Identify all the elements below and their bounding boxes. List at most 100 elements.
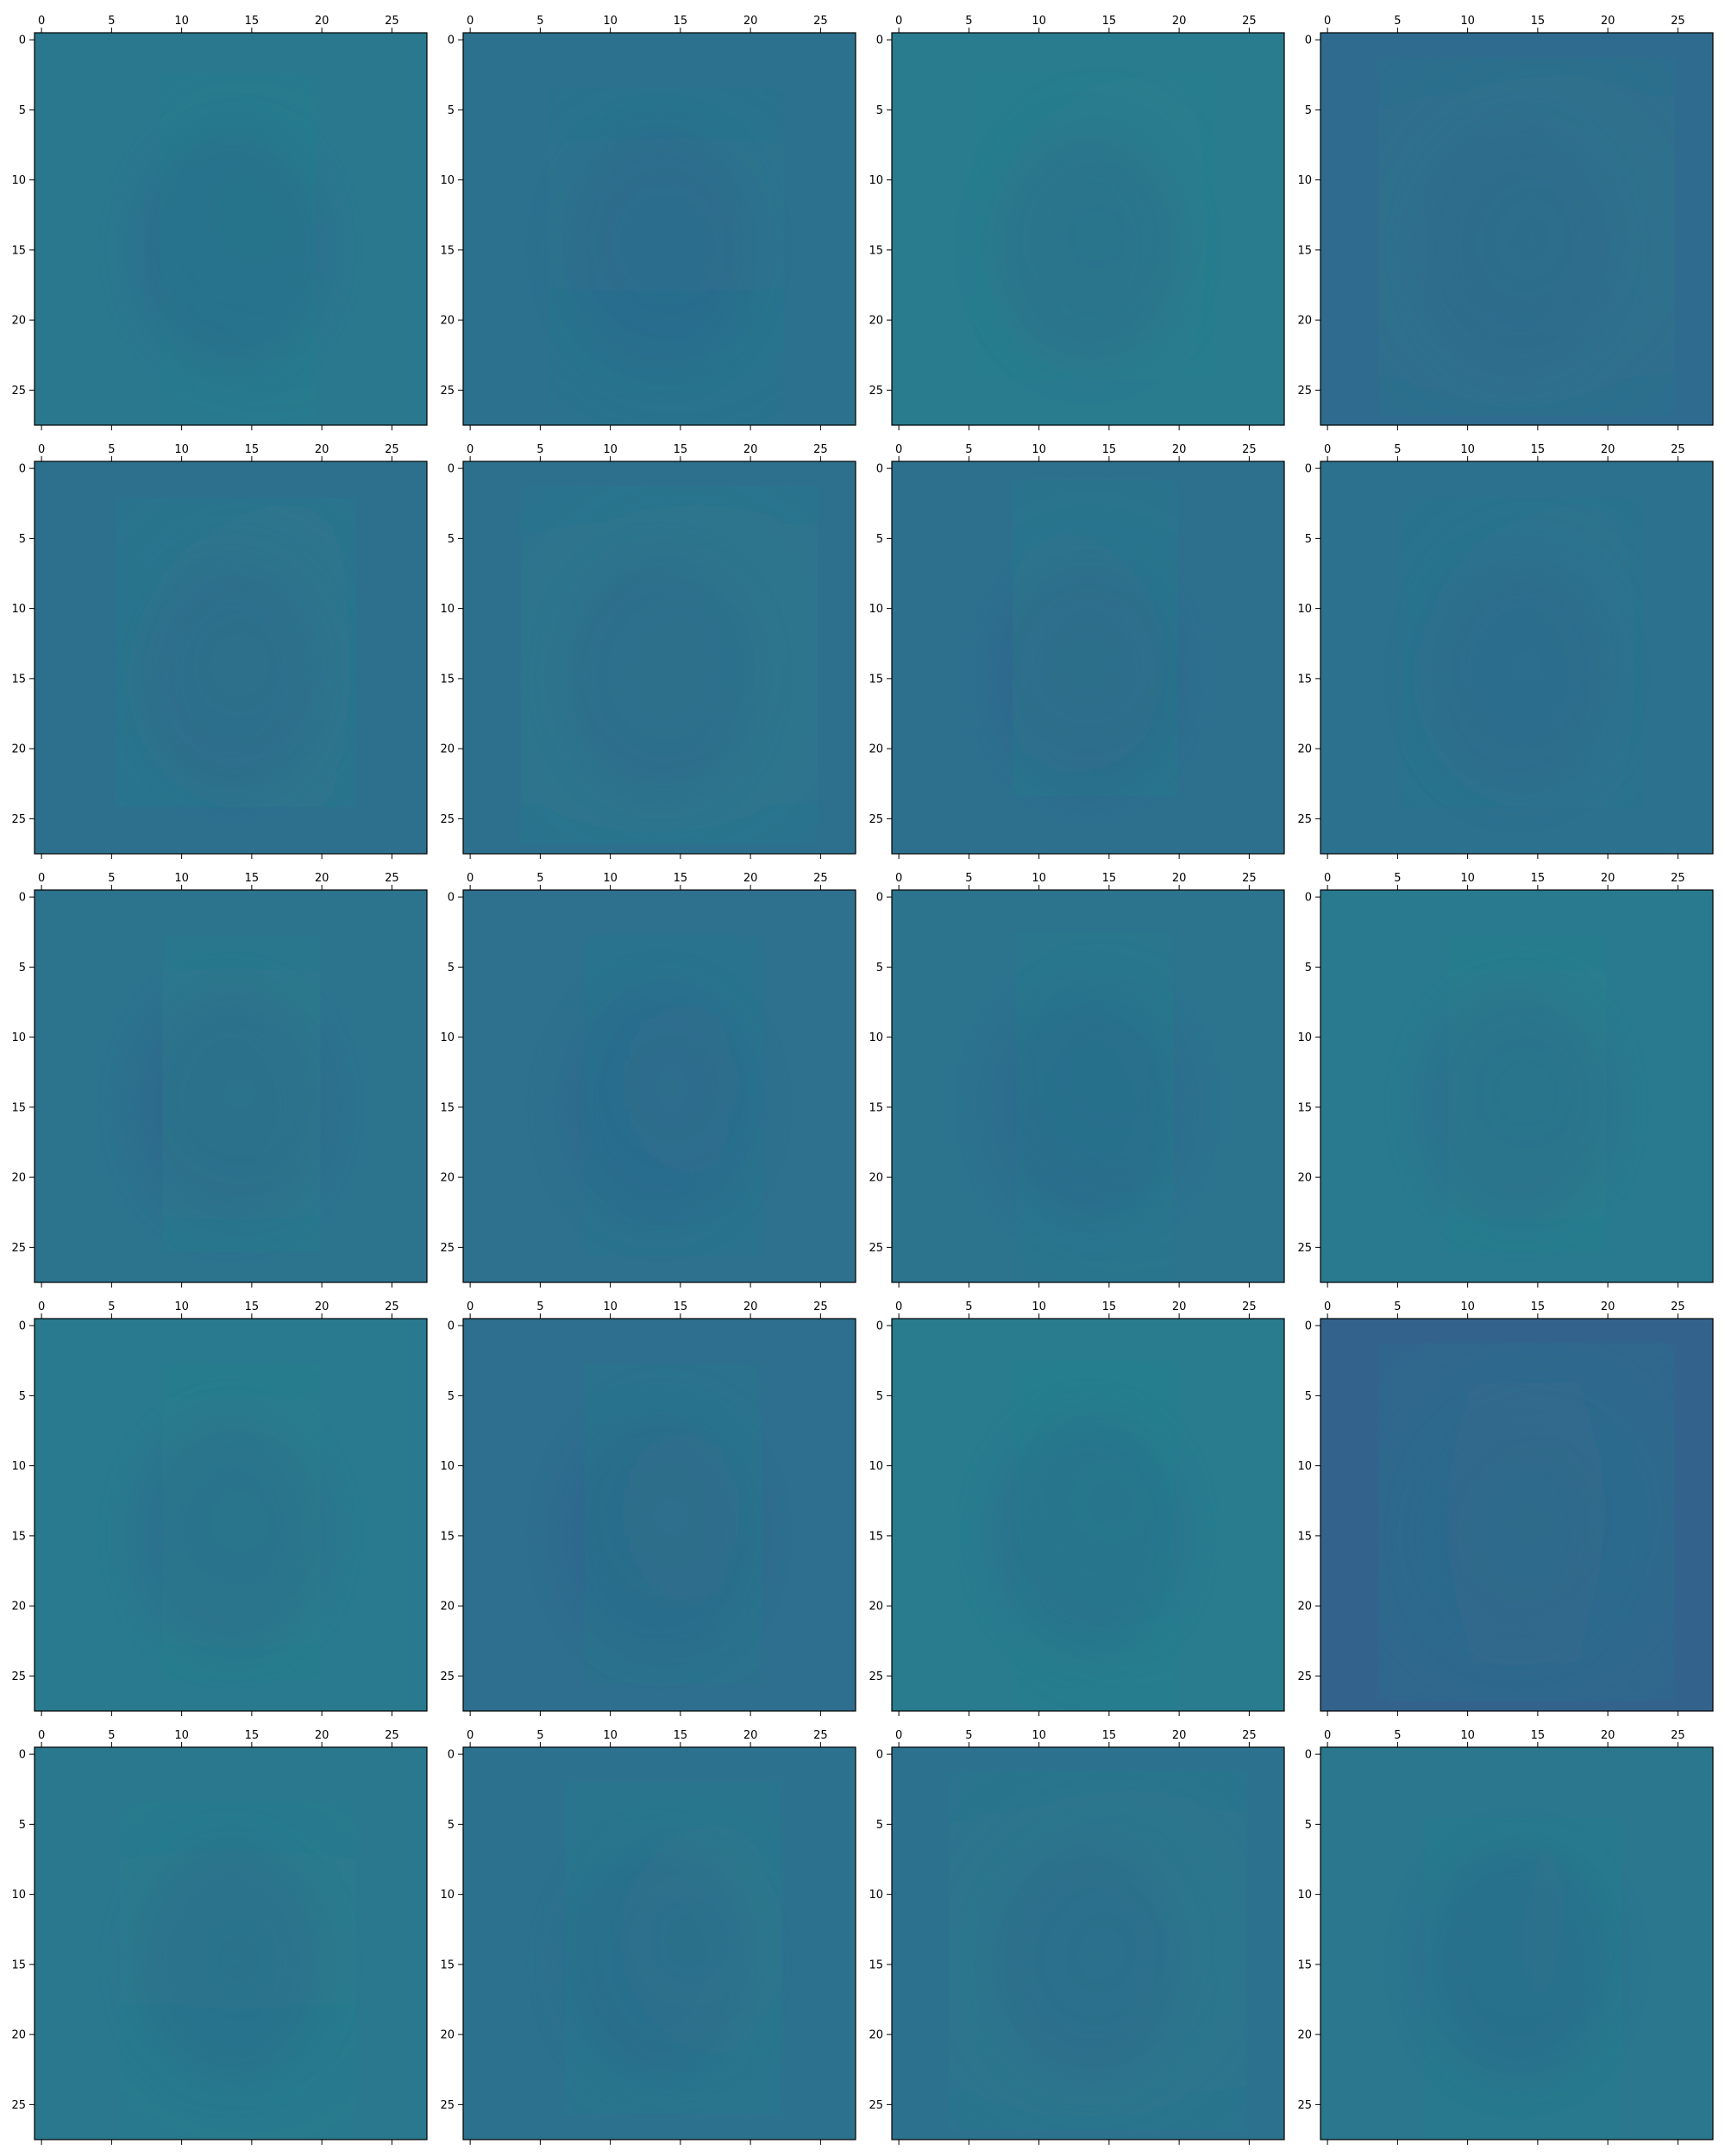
y-tick-label: 15	[440, 1959, 455, 1971]
x-tick-label: 5	[965, 15, 972, 28]
y-tick-label: 10	[11, 174, 26, 187]
x-tick-label: 15	[674, 872, 688, 885]
x-tick-label: 20	[1172, 443, 1187, 456]
y-tick-label: 25	[440, 1242, 455, 1255]
x-tick-label: 10	[174, 443, 189, 456]
y-tick-label: 20	[869, 1172, 883, 1185]
y-tick-label: 20	[440, 1172, 455, 1185]
x-tick-label: 20	[315, 1729, 329, 1742]
x-tick-label: 0	[895, 443, 902, 456]
y-tick-label: 15	[11, 1959, 26, 1971]
y-tick-label: 20	[1297, 743, 1312, 756]
x-tick-label: 20	[1172, 1729, 1187, 1742]
y-tick-label: 10	[11, 603, 26, 616]
x-tick-label: 20	[1601, 872, 1615, 885]
x-tick-label: 0	[895, 1300, 902, 1313]
heatmap-panel: 0 5 10 15 20 25 0 5 10 15 20 25	[11, 1300, 428, 1716]
y-tick-label: 5	[448, 1819, 455, 1832]
y-tick-label: 15	[1297, 1959, 1312, 1971]
x-tick-label: 10	[603, 872, 618, 885]
y-tick-label: 5	[19, 962, 26, 975]
x-tick-label: 25	[385, 1300, 399, 1313]
x-tick-label: 15	[245, 443, 260, 456]
y-tick-label: 10	[440, 1889, 455, 1902]
x-tick-label: 20	[743, 1300, 758, 1313]
x-tick-label: 0	[1324, 15, 1331, 28]
x-tick-label: 0	[1324, 1729, 1331, 1742]
x-tick-label: 25	[813, 1729, 828, 1742]
x-tick-label: 15	[1531, 1729, 1546, 1742]
x-tick-label: 15	[1102, 1729, 1117, 1742]
y-tick-label: 25	[1297, 385, 1312, 398]
x-tick-label: 15	[1102, 872, 1117, 885]
y-tick-label: 10	[1297, 1889, 1312, 1902]
x-tick-label: 20	[743, 872, 758, 885]
x-tick-label: 0	[1324, 443, 1331, 456]
x-tick-label: 10	[603, 1729, 618, 1742]
x-tick-label: 25	[813, 443, 828, 456]
x-tick-label: 25	[1242, 443, 1257, 456]
y-tick-label: 0	[876, 1320, 883, 1333]
y-tick-label: 5	[1305, 1390, 1312, 1403]
y-tick-label: 5	[1305, 962, 1312, 975]
y-tick-label: 20	[1297, 1172, 1312, 1185]
x-tick-label: 10	[1032, 1300, 1046, 1313]
y-tick-label: 5	[1305, 533, 1312, 546]
x-tick-label: 10	[1032, 1729, 1046, 1742]
y-tick-label: 20	[11, 2029, 26, 2042]
x-tick-label: 20	[743, 15, 758, 28]
x-tick-label: 20	[315, 15, 329, 28]
y-tick-label: 5	[876, 1819, 883, 1832]
x-tick-label: 0	[38, 15, 45, 28]
x-tick-label: 15	[674, 1300, 688, 1313]
x-tick-label: 25	[1242, 872, 1257, 885]
y-tick-label: 0	[876, 34, 883, 47]
x-tick-label: 5	[1394, 15, 1401, 28]
y-tick-label: 5	[876, 533, 883, 546]
x-tick-label: 25	[813, 15, 828, 28]
y-tick-label: 20	[869, 315, 883, 328]
x-tick-label: 25	[385, 15, 399, 28]
x-tick-label: 25	[813, 1300, 828, 1313]
x-tick-label: 20	[315, 443, 329, 456]
x-tick-label: 10	[1460, 872, 1475, 885]
x-tick-label: 25	[1242, 15, 1257, 28]
x-tick-label: 15	[674, 443, 688, 456]
y-tick-label: 15	[1297, 244, 1312, 257]
y-tick-label: 20	[1297, 1601, 1312, 1614]
x-tick-label: 0	[467, 15, 474, 28]
heatmap-panel: 0 5 10 15 20 25 0 5 10 15 20 25	[869, 872, 1285, 1288]
heatmap-panel: 0 5 10 15 20 25 0 5 10 15 20 25	[869, 443, 1285, 859]
x-tick-label: 5	[108, 872, 115, 885]
y-tick-label: 10	[440, 1031, 455, 1044]
y-tick-label: 0	[876, 1749, 883, 1762]
y-tick-label: 25	[11, 2099, 26, 2112]
x-tick-label: 0	[38, 1729, 45, 1742]
x-tick-label: 5	[1394, 872, 1401, 885]
heatmap-panel: 0 5 10 15 20 25 0 5 10 15 20 25	[440, 872, 856, 1288]
x-tick-label: 15	[1531, 1300, 1546, 1313]
x-tick-label: 0	[895, 15, 902, 28]
y-tick-label: 20	[440, 2029, 455, 2042]
heatmap-panel: 0 5 10 15 20 25 0 5 10 15 20 25	[1297, 443, 1714, 859]
y-tick-label: 10	[11, 1031, 26, 1044]
y-tick-label: 25	[869, 1670, 883, 1683]
y-tick-label: 15	[869, 244, 883, 257]
heatmap-panel: 0 5 10 15 20 25 0 5 10 15 20 25	[440, 15, 856, 430]
x-tick-label: 25	[385, 443, 399, 456]
x-tick-label: 15	[245, 15, 260, 28]
x-tick-label: 15	[674, 15, 688, 28]
heatmap-panel: 0 5 10 15 20 25 0 5 10 15 20 25	[440, 443, 856, 859]
x-tick-label: 0	[38, 872, 45, 885]
y-tick-label: 20	[11, 1601, 26, 1614]
x-tick-label: 0	[467, 1300, 474, 1313]
y-tick-label: 10	[11, 1889, 26, 1902]
x-tick-label: 5	[536, 1729, 543, 1742]
y-tick-label: 25	[1297, 2099, 1312, 2112]
x-tick-label: 20	[1172, 15, 1187, 28]
x-tick-label: 0	[895, 872, 902, 885]
y-tick-label: 10	[869, 1460, 883, 1473]
y-tick-label: 0	[448, 1320, 455, 1333]
x-tick-label: 15	[245, 1729, 260, 1742]
y-tick-label: 25	[869, 813, 883, 826]
